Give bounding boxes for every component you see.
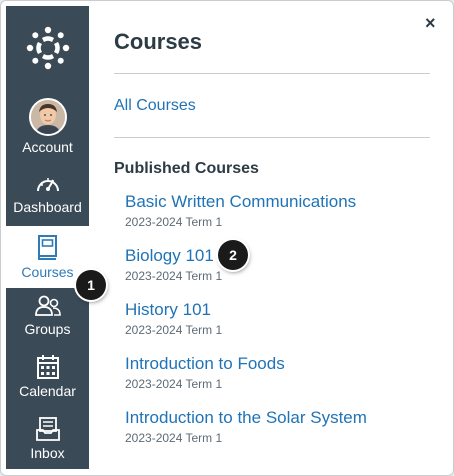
course-link[interactable]: Introduction to the Solar System: [125, 408, 367, 428]
nav-item-account[interactable]: Account: [6, 94, 89, 160]
app-window: Account Dashboard Courses Groups Calenda…: [0, 0, 454, 476]
nav-label-account: Account: [22, 139, 73, 155]
callout-marker-1: 1: [76, 270, 106, 300]
courses-book-icon: [37, 235, 57, 260]
published-courses-heading: Published Courses: [114, 160, 259, 177]
global-navigation: Account Dashboard Courses Groups Calenda…: [6, 6, 89, 469]
nav-label-courses: Courses: [21, 264, 74, 280]
divider: [114, 137, 430, 138]
course-term: 2023-2024 Term 1: [125, 377, 223, 391]
nav-label-calendar: Calendar: [19, 383, 76, 399]
callout-marker-2: 2: [218, 240, 248, 270]
courses-tray: Courses × All Courses Published Courses …: [114, 1, 453, 475]
avatar-image: [30, 100, 65, 134]
canvas-logo[interactable]: [6, 18, 89, 78]
course-term: 2023-2024 Term 1: [125, 215, 223, 229]
close-button[interactable]: ×: [425, 13, 436, 34]
groups-icon: [34, 295, 61, 316]
course-item-introduction-to-the-solar-system: Introduction to the Solar System 2023-20…: [125, 408, 367, 445]
calendar-icon: [36, 355, 59, 379]
nav-label-dashboard: Dashboard: [13, 199, 82, 215]
course-link[interactable]: Basic Written Communications: [125, 192, 356, 212]
avatar: [28, 98, 67, 136]
tray-title: Courses: [114, 29, 203, 54]
nav-label-groups: Groups: [24, 321, 71, 337]
nav-label-inbox: Inbox: [30, 445, 65, 461]
nav-item-calendar[interactable]: Calendar: [6, 354, 89, 406]
divider: [114, 73, 430, 74]
course-link[interactable]: Biology 101: [125, 246, 222, 266]
course-term: 2023-2024 Term 1: [125, 269, 223, 283]
course-item-biology-101: Biology 101 2023-2024 Term 1: [125, 246, 222, 283]
course-term: 2023-2024 Term 1: [125, 431, 223, 445]
nav-item-groups[interactable]: Groups: [6, 294, 89, 346]
course-link[interactable]: History 101: [125, 300, 222, 320]
course-link[interactable]: Introduction to Foods: [125, 354, 285, 374]
dashboard-gauge-icon: [36, 178, 59, 192]
course-item-basic-written-communications: Basic Written Communications 2023-2024 T…: [125, 192, 356, 229]
course-item-introduction-to-foods: Introduction to Foods 2023-2024 Term 1: [125, 354, 285, 391]
nav-item-dashboard[interactable]: Dashboard: [6, 172, 89, 224]
course-item-history-101: History 101 2023-2024 Term 1: [125, 300, 222, 337]
close-icon: ×: [425, 13, 436, 33]
all-courses-link[interactable]: All Courses: [114, 97, 196, 115]
inbox-icon: [35, 417, 60, 441]
course-term: 2023-2024 Term 1: [125, 323, 223, 337]
canvas-logo-icon: [26, 26, 69, 70]
nav-item-inbox[interactable]: Inbox: [6, 416, 89, 468]
